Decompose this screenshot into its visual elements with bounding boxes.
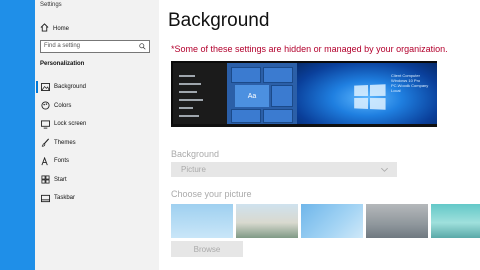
picture-thumbnail-2[interactable]: [236, 204, 298, 238]
search-input[interactable]: Find a setting: [40, 40, 150, 53]
chevron-down-icon: [381, 167, 388, 172]
image-icon: [40, 82, 50, 92]
sidebar-item-label: Background: [54, 84, 87, 91]
picture-thumbnails: [171, 204, 480, 238]
sidebar-item-label: Fonts: [54, 158, 70, 165]
brush-icon: [40, 138, 50, 148]
sidebar-item-label: Themes: [54, 139, 76, 146]
sidebar-item-label: Taskbar: [54, 195, 76, 202]
choose-picture-label: Choose your picture: [171, 189, 252, 199]
sidebar: Settings Home Find a setting Personaliza…: [0, 0, 159, 270]
home-icon: [40, 23, 50, 35]
policy-warning: *Some of these settings are hidden or ma…: [171, 44, 448, 54]
palette-icon: [40, 101, 50, 111]
page-title: Background: [168, 10, 270, 31]
sidebar-item-colors[interactable]: Colors: [36, 97, 158, 116]
home-label: Home: [53, 26, 70, 32]
search-placeholder: Find a setting: [44, 43, 81, 49]
sidebar-item-label: Lock screen: [54, 121, 87, 128]
sidebar-nav: Background Colors Lock screen Themes Fon…: [36, 78, 158, 208]
taskbar-icon: [40, 193, 50, 203]
background-label: Background: [171, 149, 220, 159]
sidebar-item-themes[interactable]: Themes: [36, 134, 158, 153]
start-menu-preview: [173, 63, 227, 127]
font-icon: [40, 156, 50, 166]
sidebar-item-label: Start: [54, 176, 67, 183]
picture-thumbnail-4[interactable]: [366, 204, 428, 238]
start-icon: [40, 175, 50, 185]
search-icon: [139, 43, 146, 50]
home-link[interactable]: Home: [40, 23, 70, 35]
lock-screen-icon: [40, 119, 50, 129]
sidebar-item-background[interactable]: Background: [36, 78, 158, 97]
browse-button[interactable]: Browse: [171, 241, 243, 257]
sidebar-item-start[interactable]: Start: [36, 171, 158, 190]
background-select-value: Picture: [181, 165, 206, 174]
taskbar-preview: [171, 124, 437, 127]
desktop-preview: Client Computer Windows 10 Pro PC.Woodk …: [171, 61, 437, 127]
accent-tile: Aa: [235, 85, 269, 107]
picture-thumbnail-5[interactable]: [431, 204, 480, 238]
windows-logo-icon: [354, 84, 386, 110]
picture-thumbnail-1[interactable]: [171, 204, 233, 238]
sidebar-item-lock-screen[interactable]: Lock screen: [36, 115, 158, 134]
sidebar-item-label: Colors: [54, 102, 72, 109]
sidebar-item-fonts[interactable]: Fonts: [36, 152, 158, 171]
sidebar-item-taskbar[interactable]: Taskbar: [36, 189, 158, 208]
section-title: Personalization: [40, 61, 85, 67]
sidebar-accent-strip: [0, 0, 35, 270]
org-info-text: Client Computer Windows 10 Pro PC.Woodk …: [391, 73, 429, 93]
picture-thumbnail-3[interactable]: [301, 204, 363, 238]
background-select[interactable]: Picture: [171, 162, 397, 177]
main-panel: Background *Some of these settings are h…: [159, 0, 480, 270]
app-title: Settings: [40, 2, 62, 8]
